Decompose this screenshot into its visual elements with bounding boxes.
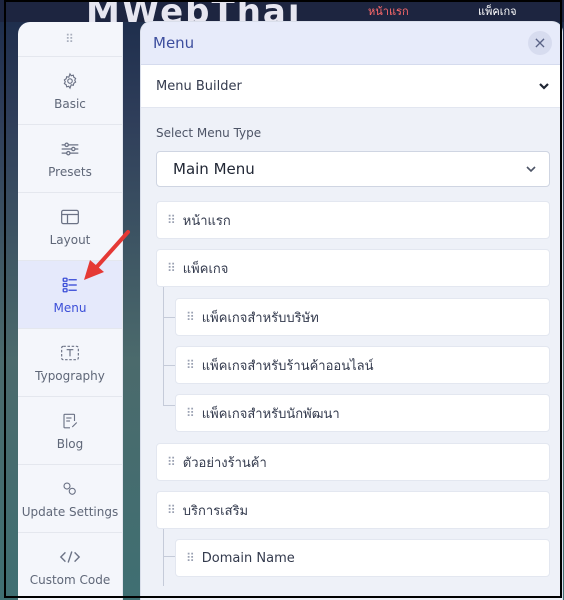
menu-item[interactable]: ⠿ แพ็คเกจสำหรับนักพัฒนา — [175, 394, 550, 432]
menu-type-value: Main Menu — [173, 160, 255, 178]
update-icon — [59, 478, 81, 500]
menu-item-label: Domain Name — [201, 550, 295, 566]
close-button[interactable]: × — [528, 31, 552, 55]
sidebar-item-custom-code[interactable]: Custom Code — [18, 533, 122, 600]
sidebar-item-presets[interactable]: Presets — [18, 125, 122, 193]
tree-connector — [163, 283, 164, 405]
sidebar-item-update-settings[interactable]: Update Settings — [18, 465, 122, 533]
drag-handle-icon[interactable]: ⠿ — [167, 261, 176, 275]
annotation-arrow-icon — [84, 230, 130, 280]
menu-item[interactable]: ⠿ แพ็คเกจสำหรับบริษัท — [175, 298, 550, 336]
tree-connector — [163, 317, 175, 318]
close-icon: × — [533, 33, 547, 52]
panel-header: Menu × — [141, 22, 562, 65]
menu-panel: Menu × Menu Builder Select Menu Type Mai… — [141, 22, 562, 600]
drag-handle-icon[interactable]: ⠿ — [167, 503, 176, 517]
menu-item-label: แพ็คเกจสำหรับร้านค้าออนไลน์ — [201, 358, 374, 374]
sidebar-item-blog[interactable]: Blog — [18, 397, 122, 465]
drag-handle-icon: ⠿ — [65, 32, 75, 46]
menu-item-label: บริการเสริม — [182, 503, 249, 519]
sidebar-item-label: Menu — [53, 301, 87, 315]
menu-item-label: แพ็คเกจ — [182, 261, 229, 277]
sidebar-item-basic[interactable]: Basic — [18, 57, 122, 125]
drag-handle-icon[interactable]: ⠿ — [167, 213, 176, 227]
menu-type-section: Select Menu Type Main Menu ⠿ หน้าแรก ⠿ แ… — [141, 108, 562, 586]
panel-title: Menu — [153, 34, 195, 52]
menu-item[interactable]: ⠿ หน้าแรก — [156, 201, 550, 239]
site-header-strip: MWebThai หน้าแรก แพ็คเกจ — [0, 0, 564, 22]
site-nav-packages: แพ็คเกจ — [478, 5, 517, 18]
code-icon — [59, 546, 81, 568]
menu-item[interactable]: ⠿ แพ็คเกจสำหรับร้านค้าออนไลน์ — [175, 346, 550, 384]
select-menu-type-label: Select Menu Type — [156, 126, 262, 140]
menu-item-label: หน้าแรก — [182, 213, 231, 229]
tree-connector — [163, 365, 175, 366]
sidebar-item-typography[interactable]: Typography — [18, 329, 122, 397]
tree-connector — [163, 556, 175, 557]
chevron-down-icon — [525, 160, 537, 179]
menu-item-label: ตัวอย่างร้านค้า — [182, 455, 267, 471]
chevron-down-icon — [538, 77, 550, 96]
sliders-icon — [59, 138, 81, 160]
menu-item[interactable]: ⠿ แพ็คเกจ — [156, 249, 550, 287]
site-logo: MWebThai — [86, 0, 302, 22]
menu-item-label: แพ็คเกจสำหรับนักพัฒนา — [201, 406, 340, 422]
menu-builder-accordion[interactable]: Menu Builder — [141, 65, 562, 108]
menu-item[interactable]: ⠿ ตัวอย่างร้านค้า — [156, 443, 550, 481]
drag-handle-icon[interactable]: ⠿ — [186, 551, 195, 565]
sidebar-item-label: Presets — [48, 165, 92, 179]
sidebar-item-label: Custom Code — [29, 573, 111, 587]
sidebar-item-label: Typography — [35, 369, 105, 383]
menu-item[interactable]: ⠿ Domain Name — [175, 539, 550, 577]
sidebar-item-label: Blog — [56, 437, 84, 451]
sidebar-item-label: Basic — [54, 97, 86, 111]
drag-handle-icon[interactable]: ⠿ — [186, 406, 195, 420]
drag-handle-icon[interactable]: ⠿ — [186, 358, 195, 372]
drag-handle-icon[interactable]: ⠿ — [167, 455, 176, 469]
gear-icon — [59, 70, 81, 92]
blog-icon — [59, 410, 81, 432]
tree-connector — [163, 405, 175, 406]
sidebar-drag-handle[interactable]: ⠿ — [18, 22, 122, 57]
menu-item[interactable]: ⠿ บริการเสริม — [156, 491, 550, 529]
drag-handle-icon[interactable]: ⠿ — [186, 310, 195, 324]
menu-builder-label: Menu Builder — [156, 78, 242, 94]
menu-type-select[interactable]: Main Menu — [156, 151, 550, 187]
menu-item-label: แพ็คเกจสำหรับบริษัท — [201, 310, 319, 326]
typography-icon — [59, 342, 81, 364]
sidebar-item-label: Update Settings — [21, 505, 119, 519]
site-nav-home: หน้าแรก — [368, 5, 409, 18]
settings-sidebar: ⠿ Basic Presets Layout Menu Typography B… — [18, 22, 123, 600]
